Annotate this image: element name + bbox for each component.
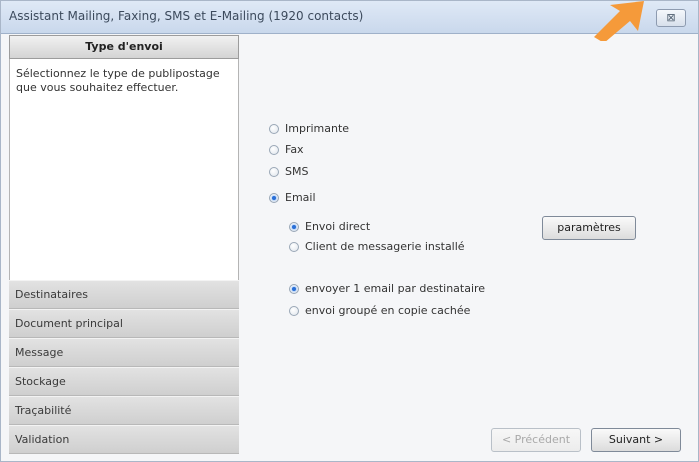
radio-indicator — [269, 123, 279, 134]
window-title: Assistant Mailing, Faxing, SMS et E-Mail… — [9, 9, 364, 23]
radio-sms[interactable]: SMS — [269, 165, 308, 178]
pointer-arrow-icon — [594, 1, 644, 41]
assistant-window: Assistant Mailing, Faxing, SMS et E-Mail… — [0, 0, 699, 462]
close-icon: ⊠ — [666, 11, 676, 24]
radio-label: Email — [285, 191, 316, 204]
radio-envoi-direct[interactable]: Envoi direct — [289, 220, 370, 233]
radio-label: envoyer 1 email par destinataire — [305, 282, 486, 295]
sidebar-item-destinataires[interactable]: Destinataires — [9, 280, 239, 309]
next-button[interactable]: Suivant > — [591, 428, 681, 452]
close-button[interactable]: ⊠ — [656, 9, 686, 27]
radio-label: Envoi direct — [305, 220, 371, 233]
sidebar-description: Sélectionnez le type de publipostage que… — [9, 59, 239, 307]
radio-label: envoi groupé en copie cachée — [305, 304, 471, 317]
radio-client-messagerie[interactable]: Client de messagerie installé — [289, 240, 465, 253]
radio-indicator — [269, 166, 279, 177]
radio-label: Client de messagerie installé — [305, 240, 465, 253]
radio-indicator — [269, 144, 279, 155]
sidebar-item-validation[interactable]: Validation — [9, 425, 239, 454]
sidebar: Type d'envoi Sélectionnez le type de pub… — [9, 35, 239, 460]
sidebar-item-document-principal[interactable]: Document principal — [9, 309, 239, 338]
radio-email[interactable]: Email — [269, 191, 316, 204]
parametres-button[interactable]: paramètres — [542, 216, 636, 240]
radio-label: Fax — [285, 143, 304, 156]
radio-label: SMS — [285, 165, 309, 178]
radio-fax[interactable]: Fax — [269, 143, 304, 156]
sidebar-header: Type d'envoi — [9, 35, 239, 59]
radio-indicator — [289, 241, 299, 252]
radio-copie-cachee[interactable]: envoi groupé en copie cachée — [289, 304, 470, 317]
radio-imprimante[interactable]: Imprimante — [269, 122, 349, 135]
radio-indicator — [289, 305, 299, 316]
sidebar-item-stockage[interactable]: Stockage — [9, 367, 239, 396]
sidebar-item-tracabilite[interactable]: Traçabilité — [9, 396, 239, 425]
radio-label: Imprimante — [285, 122, 350, 135]
previous-button[interactable]: < Précédent — [491, 428, 581, 452]
radio-indicator — [289, 221, 299, 232]
radio-indicator — [269, 192, 279, 203]
sidebar-item-message[interactable]: Message — [9, 338, 239, 367]
radio-indicator — [289, 283, 299, 294]
radio-un-email-par-destinataire[interactable]: envoyer 1 email par destinataire — [289, 282, 485, 295]
